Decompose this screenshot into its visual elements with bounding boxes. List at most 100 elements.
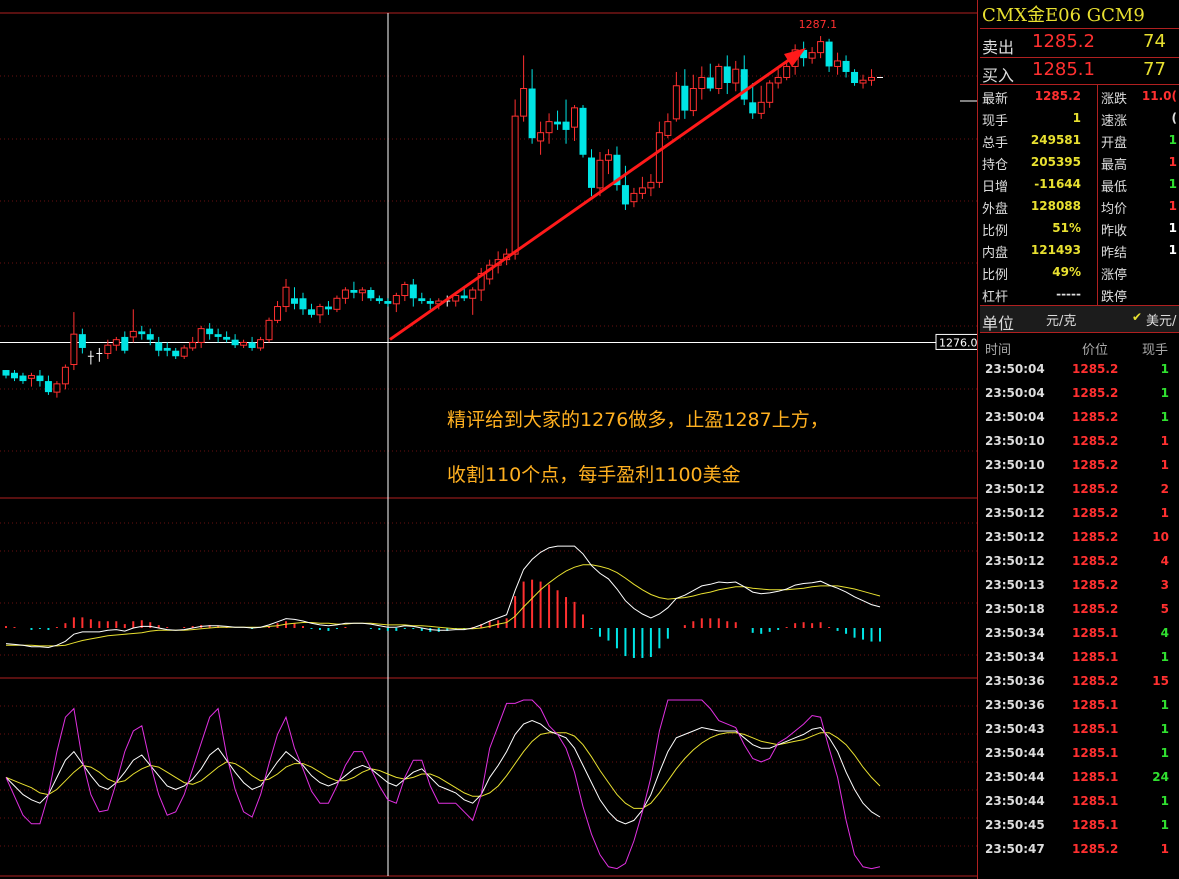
- trades-header-price: 价位: [1082, 343, 1109, 358]
- sell-price: 1285.2: [1032, 31, 1095, 52]
- candle-body: [10, 372, 18, 379]
- stats-divider: [1097, 85, 1098, 305]
- candle-body: [384, 301, 392, 304]
- trade-volume: 24: [1152, 770, 1169, 784]
- candle-body: [189, 341, 197, 349]
- candle-body: [698, 76, 706, 90]
- candle-body: [223, 336, 231, 340]
- trade-row: 23:50:34 1285.1 1: [980, 646, 1179, 670]
- trade-price: 1285.2: [1072, 410, 1119, 424]
- stat-label: 最高: [1101, 158, 1128, 173]
- stat-value: 1: [1168, 155, 1177, 169]
- trade-row: 23:50:36 1285.2 15: [980, 670, 1179, 694]
- stat-label: 速涨: [1101, 114, 1128, 129]
- trade-volume: 1: [1160, 650, 1169, 664]
- trade-row: 23:50:47 1285.2 1: [980, 838, 1179, 862]
- trade-time: 23:50:44: [985, 770, 1045, 784]
- contract-title: CMX金E06 GCM9: [982, 5, 1145, 26]
- stat-label: 比例: [982, 268, 1009, 283]
- chart-area[interactable]: 1276.0 1287.1 精评给到大家的1276做多，止盈1287上方， 收割1…: [0, 0, 978, 879]
- candle-body: [604, 154, 612, 161]
- candle-body: [121, 336, 129, 351]
- trade-volume: 1: [1160, 842, 1169, 856]
- trade-price: 1285.2: [1072, 386, 1119, 400]
- candle-body: [231, 339, 239, 346]
- stat-value: 1: [1168, 243, 1177, 257]
- trade-price: 1285.1: [1072, 770, 1119, 784]
- candle-body: [70, 333, 78, 366]
- trade-price: 1285.2: [1072, 434, 1119, 448]
- candle-body: [655, 132, 663, 183]
- candle-body: [401, 283, 409, 297]
- trade-row: 23:50:10 1285.2 1: [980, 454, 1179, 478]
- stat-label: 持仓: [982, 158, 1009, 173]
- candle-body: [358, 289, 366, 294]
- trade-row: 23:50:45 1285.1 1: [980, 814, 1179, 838]
- trades-header-time: 时间: [985, 343, 1012, 358]
- candle-body: [715, 65, 723, 90]
- stat-value: 121493: [1030, 243, 1081, 257]
- candle-body: [146, 334, 154, 340]
- trade-volume: 1: [1160, 818, 1169, 832]
- candle-body: [859, 79, 867, 84]
- candle-body: [740, 69, 748, 100]
- candle-body: [274, 306, 282, 321]
- trade-volume: 5: [1160, 602, 1169, 616]
- stat-label: 跌停: [1101, 290, 1128, 305]
- stat-value: 51%: [1052, 221, 1081, 235]
- stat-row: 持仓 205395 最高 1: [980, 151, 1179, 173]
- stat-label: 昨收: [1101, 224, 1128, 239]
- candle-body: [511, 115, 519, 255]
- candle-body: [36, 375, 44, 382]
- quote-title-bar: CMX金E06 GCM9: [980, 0, 1179, 28]
- stat-value: 1: [1168, 199, 1177, 213]
- stat-value: 1: [1168, 133, 1177, 147]
- trade-time: 23:50:36: [985, 698, 1045, 712]
- candle-body: [282, 286, 290, 308]
- trade-time: 23:50:45: [985, 818, 1045, 832]
- candle-body: [333, 297, 341, 310]
- candle-body: [78, 334, 86, 348]
- candle-body: [825, 41, 833, 67]
- trade-volume: 1: [1160, 722, 1169, 736]
- candle-body: [324, 306, 332, 310]
- trade-row: 23:50:43 1285.1 1: [980, 718, 1179, 742]
- candle-body: [689, 88, 697, 112]
- kline-chart[interactable]: 1276.0 1287.1: [0, 0, 978, 879]
- stat-value: 205395: [1030, 155, 1081, 169]
- stat-label: 总手: [982, 136, 1009, 151]
- trade-row: 23:50:44 1285.1 1: [980, 742, 1179, 766]
- stat-value: 1: [1168, 177, 1177, 191]
- trade-row: 23:50:34 1285.1 4: [980, 622, 1179, 646]
- buy-label: 买入: [982, 66, 1015, 85]
- trade-row: 23:50:12 1285.2 2: [980, 478, 1179, 502]
- candle-body: [571, 107, 579, 128]
- trade-time: 23:50:34: [985, 650, 1045, 664]
- candle-body: [817, 41, 825, 54]
- trade-time: 23:50:12: [985, 506, 1045, 520]
- trade-price: 1285.1: [1072, 818, 1119, 832]
- candle-body: [197, 328, 205, 343]
- stat-value: 1: [1168, 221, 1177, 235]
- candle-body: [783, 65, 791, 78]
- candle-body: [240, 341, 248, 346]
- stat-label: 最低: [1101, 180, 1128, 195]
- stat-row: 内盘 121493 昨结 1: [980, 239, 1179, 261]
- trade-volume: 1: [1160, 506, 1169, 520]
- trade-time: 23:50:12: [985, 530, 1045, 544]
- candle-body: [681, 85, 689, 111]
- candle-body: [774, 76, 782, 84]
- trade-price: 1285.1: [1072, 794, 1119, 808]
- trade-volume: 1: [1160, 794, 1169, 808]
- candle-body: [732, 68, 740, 84]
- candle-body: [341, 289, 349, 299]
- trade-row: 23:50:44 1285.1 1: [980, 790, 1179, 814]
- currency-toggle[interactable]: 美元/: [1146, 310, 1176, 329]
- trade-volume: 1: [1160, 434, 1169, 448]
- check-icon[interactable]: ✔: [1132, 310, 1142, 324]
- trade-volume: 1: [1160, 698, 1169, 712]
- stat-label: 外盘: [982, 202, 1009, 217]
- candle-body: [842, 60, 850, 72]
- candle-body: [749, 102, 757, 114]
- stat-label: 现手: [982, 114, 1009, 129]
